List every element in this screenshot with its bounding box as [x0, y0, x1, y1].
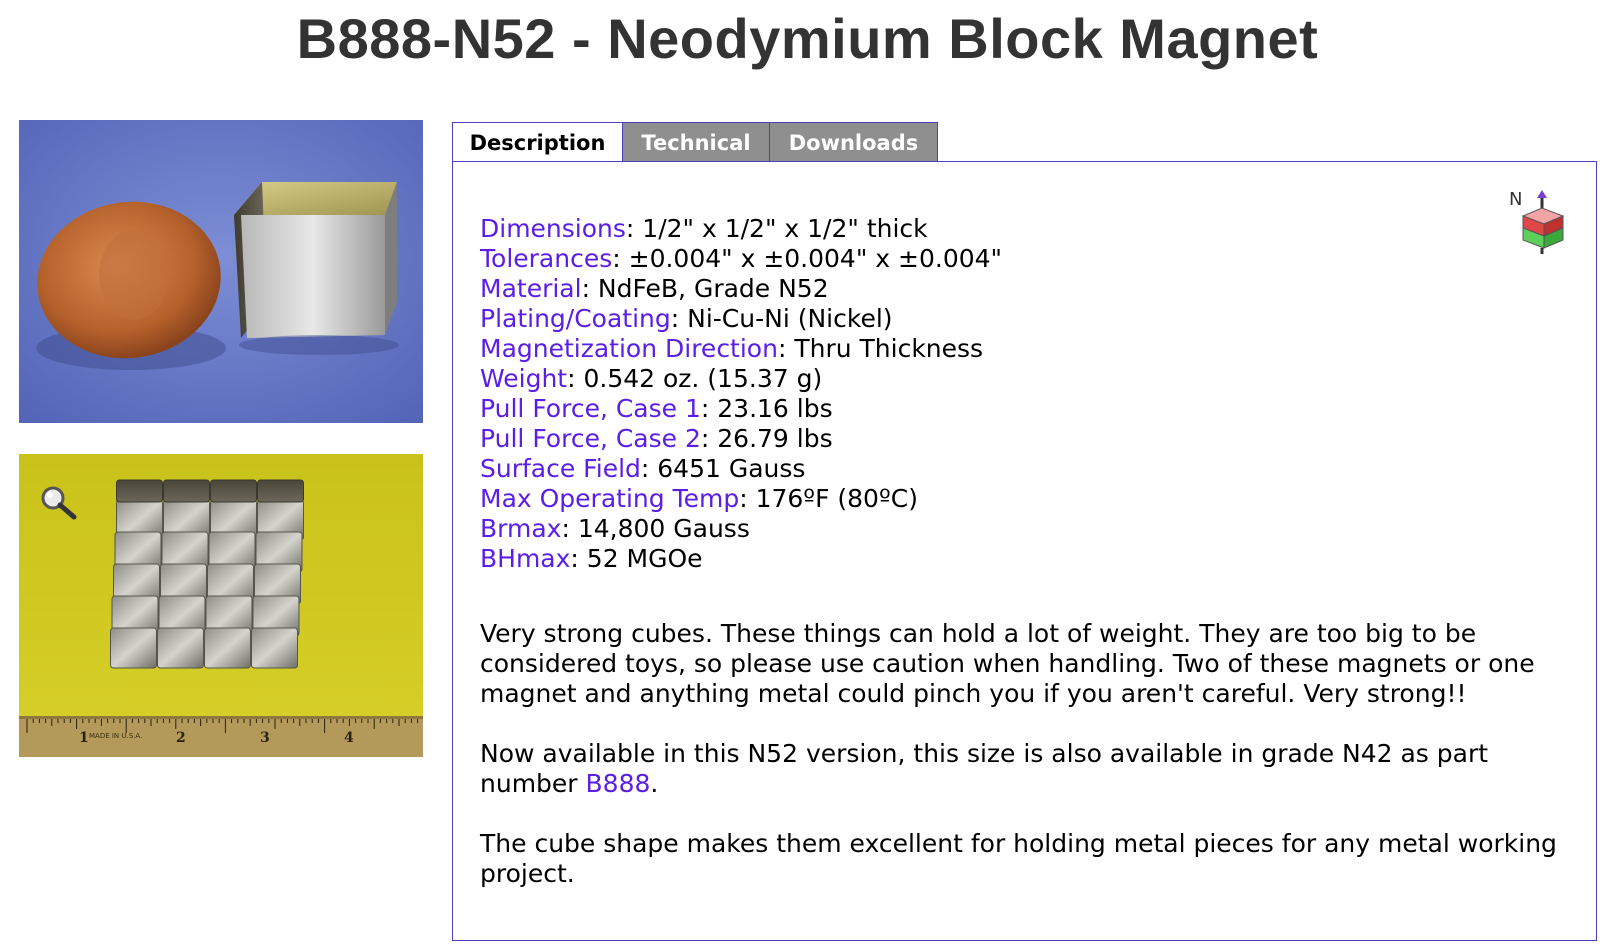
spec-label-link[interactable]: BHmax — [480, 544, 570, 573]
spec-value: : 176ºF (80ºC) — [739, 484, 918, 513]
b888-link[interactable]: B888 — [586, 769, 651, 798]
spec-value: : Ni-Cu-Ni (Nickel) — [670, 304, 893, 333]
stacked-cube-top — [210, 479, 257, 503]
spec-label-link[interactable]: Material — [480, 274, 582, 303]
ruler-mark: 3 — [260, 730, 270, 746]
spec-value: : 0.542 oz. (15.37 g) — [567, 364, 823, 393]
tab-technical[interactable]: Technical — [623, 122, 770, 162]
page-title: B888-N52 - Neodymium Block Magnet — [296, 7, 1319, 70]
spec-row-max-temp: Max Operating Temp: 176ºF (80ºC) — [480, 484, 1002, 514]
usage-paragraph: The cube shape makes them excellent for … — [480, 829, 1557, 888]
spec-value: : 1/2" x 1/2" x 1/2" thick — [625, 214, 928, 243]
spec-label-link[interactable]: Plating/Coating — [480, 304, 671, 333]
spec-label-link[interactable]: Dimensions — [480, 214, 626, 243]
spec-row-bhmax: BHmax: 52 MGOe — [480, 544, 1002, 574]
description-paragraph: Very strong cubes. These things can hold… — [480, 619, 1535, 708]
availability-paragraph: Now available in this N52 version, this … — [480, 739, 1560, 799]
spec-value: : 6451 Gauss — [640, 454, 806, 483]
product-photo-cube-stack[interactable]: MADE IN U.S.A. 1 2 3 4 — [19, 454, 423, 757]
stacked-cube — [251, 627, 298, 669]
spec-value: : Thru Thickness — [777, 334, 984, 363]
tab-description[interactable]: Description — [452, 122, 623, 163]
spec-row-material: Material: NdFeB, Grade N52 — [480, 274, 1002, 304]
stacked-cube — [157, 627, 204, 669]
spec-value: : 14,800 Gauss — [561, 514, 750, 543]
spec-row-weight: Weight: 0.542 oz. (15.37 g) — [480, 364, 1002, 394]
tab-downloads[interactable]: Downloads — [770, 122, 938, 162]
spec-value: : ±0.004" x ±0.004" x ±0.004" — [612, 244, 1003, 273]
spec-row-pull-force-1: Pull Force, Case 1: 23.16 lbs — [480, 394, 1002, 424]
ruler-mark: 2 — [176, 730, 186, 746]
ruler-made-in: MADE IN U.S.A. — [89, 732, 142, 740]
cube-stack — [110, 479, 304, 669]
spec-value: : NdFeB, Grade N52 — [581, 274, 829, 303]
stacked-cube — [204, 627, 251, 669]
spec-row-surface-field: Surface Field: 6451 Gauss — [480, 454, 1002, 484]
ruler-mark: 4 — [344, 730, 354, 746]
spec-label-link[interactable]: Surface Field — [480, 454, 641, 483]
magnetization-direction-icon: N — [1509, 189, 1565, 254]
spec-row-pull-force-2: Pull Force, Case 2: 26.79 lbs — [480, 424, 1002, 454]
cube-stack-image: MADE IN U.S.A. 1 2 3 4 — [19, 454, 423, 757]
spec-label-link[interactable]: Max Operating Temp — [480, 484, 739, 513]
specs-list: Dimensions: 1/2" x 1/2" x 1/2" thick Tol… — [480, 214, 1002, 574]
spec-row-tolerances: Tolerances: ±0.004" x ±0.004" x ±0.004" — [480, 244, 1002, 274]
spec-row-plating: Plating/Coating: Ni-Cu-Ni (Nickel) — [480, 304, 1002, 334]
spec-label-link[interactable]: Pull Force, Case 2 — [480, 424, 701, 453]
spec-row-brmax: Brmax: 14,800 Gauss — [480, 514, 1002, 544]
spec-value: : 23.16 lbs — [700, 394, 833, 423]
spec-row-magnetization: Magnetization Direction: Thru Thickness — [480, 334, 1002, 364]
ruler-mark: 1 — [79, 730, 89, 746]
spec-row-dimensions: Dimensions: 1/2" x 1/2" x 1/2" thick — [480, 214, 1002, 244]
spec-label-link[interactable]: Weight — [480, 364, 567, 393]
spec-label-link[interactable]: Pull Force, Case 1 — [480, 394, 701, 423]
spec-label-link[interactable]: Brmax — [480, 514, 561, 543]
product-photo-cube-with-penny[interactable] — [19, 120, 423, 423]
tab-bar: Description Technical Downloads — [452, 122, 938, 163]
spec-label-link[interactable]: Tolerances — [480, 244, 612, 273]
description-panel: N Dimensions: 1/2" x 1/2" x 1/2" thick T… — [452, 161, 1597, 941]
stacked-cube-top — [116, 479, 163, 503]
stacked-cube-top — [163, 479, 210, 503]
stacked-cube-top — [257, 479, 304, 503]
availability-text-end: . — [650, 769, 659, 798]
spec-label-link[interactable]: Magnetization Direction — [480, 334, 778, 363]
spec-value: : 52 MGOe — [570, 544, 703, 573]
spec-value: : 26.79 lbs — [700, 424, 833, 453]
north-pole-label: N — [1509, 189, 1522, 210]
stacked-cube — [110, 627, 157, 669]
cube-penny-image — [19, 120, 423, 423]
